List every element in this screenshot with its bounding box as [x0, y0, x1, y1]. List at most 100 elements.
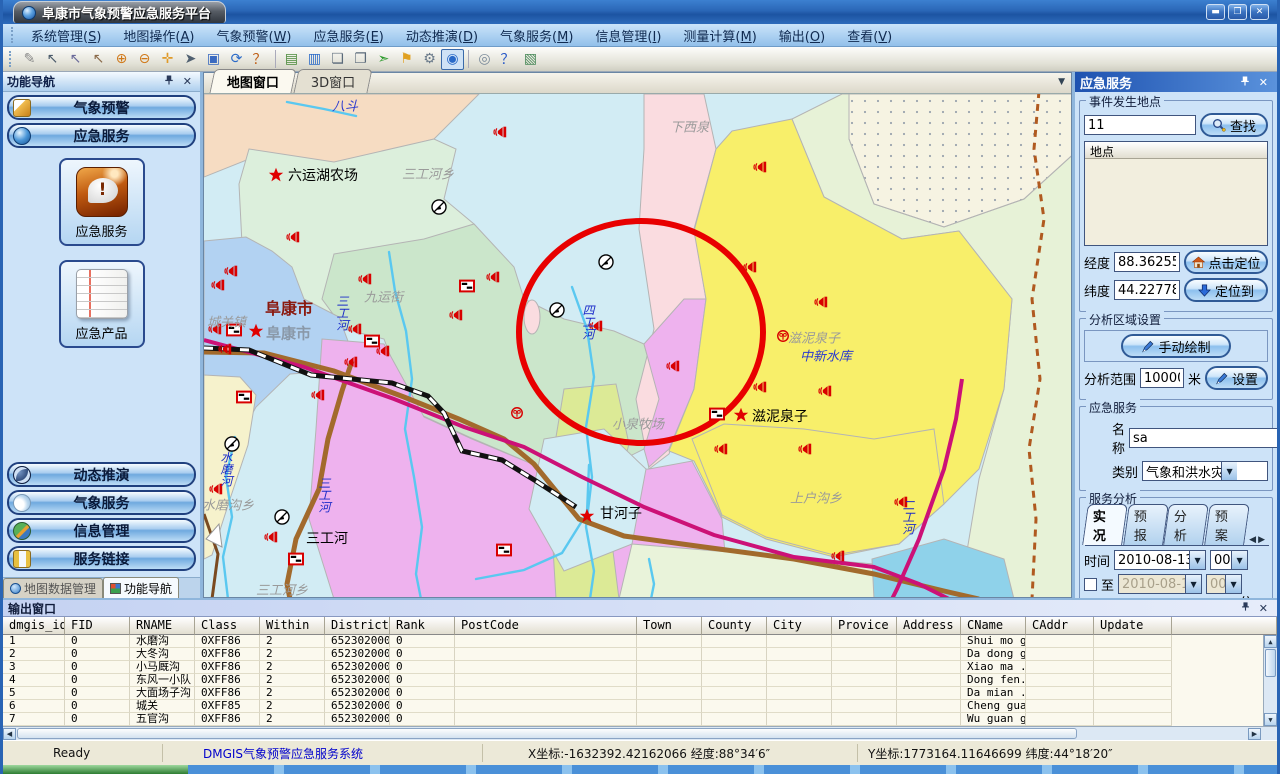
latitude-input[interactable]: [1114, 280, 1180, 300]
menu-v[interactable]: 查看(V): [836, 24, 903, 47]
column-header[interactable]: CName: [961, 617, 1026, 635]
station-flag-icon[interactable]: [710, 409, 724, 420]
column-header[interactable]: Within: [260, 617, 325, 635]
pin-icon[interactable]: [159, 74, 179, 89]
scroll-up-icon[interactable]: ▲: [1264, 635, 1277, 648]
nav-bar-info-globe[interactable]: 信息管理: [7, 518, 196, 543]
monitor-point-icon[interactable]: [550, 303, 564, 317]
table-row[interactable]: 70五官沟0XFF8626523020000Wu guan gou: [3, 713, 1277, 726]
column-header[interactable]: dmgis_id: [3, 617, 65, 635]
location-results-list[interactable]: 地点: [1084, 141, 1268, 246]
scroll-down-icon[interactable]: ▼: [1264, 713, 1277, 726]
zoom-in-icon[interactable]: ⊕: [110, 49, 133, 70]
print-preview-icon[interactable]: ❐: [349, 49, 372, 70]
service-name-input[interactable]: [1129, 428, 1277, 448]
menu-w[interactable]: 气象预警(W): [205, 24, 302, 47]
measure-icon[interactable]: ✎: [18, 49, 41, 70]
service-category-select[interactable]: 气象和洪水灾害 ▼: [1142, 461, 1268, 481]
nav-bar-cloud[interactable]: 气象服务: [7, 490, 196, 515]
tab-inactive[interactable]: 预报: [1123, 504, 1168, 545]
vertical-scrollbar[interactable]: ▲ ▼: [1263, 635, 1277, 726]
close-icon[interactable]: ✕: [1255, 602, 1272, 615]
date-select[interactable]: 2010-08-13 ▼: [1114, 550, 1206, 570]
monitor-point-icon[interactable]: [432, 200, 446, 214]
click-locate-button[interactable]: 点击定位: [1184, 250, 1268, 274]
menu-m[interactable]: 测量计算(M): [672, 24, 767, 47]
longitude-input[interactable]: [1114, 252, 1180, 272]
column-header[interactable]: Class: [195, 617, 260, 635]
monitor-point-icon[interactable]: [275, 510, 289, 524]
full-extent-icon[interactable]: ▣: [202, 49, 225, 70]
menu-s[interactable]: 系统管理(S): [20, 24, 112, 47]
settings-icon[interactable]: ⚙: [418, 49, 441, 70]
select-rect-icon[interactable]: ↖: [41, 49, 64, 70]
locate-to-button[interactable]: 定位到: [1184, 278, 1268, 302]
select-point-icon[interactable]: ↖: [87, 49, 110, 70]
station-flag-icon[interactable]: [289, 554, 303, 565]
scroll-right-icon[interactable]: ▶: [1248, 728, 1261, 740]
pin-icon[interactable]: [1235, 75, 1255, 90]
tab-globe[interactable]: 地图数据管理: [3, 578, 103, 598]
nav-bar-emergency-globe[interactable]: 应急服务: [7, 123, 196, 148]
column-header[interactable]: City: [767, 617, 832, 635]
zoom-out-icon[interactable]: ⊖: [133, 49, 156, 70]
tab-inactive[interactable]: 预案: [1204, 504, 1249, 545]
column-header[interactable]: Rank: [390, 617, 455, 635]
hour-select[interactable]: 00 ▼: [1210, 550, 1248, 570]
identify-icon[interactable]: ？: [248, 49, 271, 70]
shortcut-alert-button[interactable]: 应急服务: [59, 158, 145, 246]
scroll-left-icon[interactable]: ◀: [3, 728, 16, 740]
layers-icon[interactable]: ▤: [280, 49, 303, 70]
horizontal-scrollbar[interactable]: ◀ ▶: [3, 726, 1277, 740]
column-header[interactable]: RNAME: [130, 617, 195, 635]
to-date-checkbox[interactable]: [1084, 578, 1097, 591]
menu-a[interactable]: 地图操作(A): [112, 24, 205, 47]
analysis-range-input[interactable]: [1140, 368, 1184, 388]
column-header[interactable]: Provice: [832, 617, 897, 635]
table-row[interactable]: 20大冬沟0XFF8626523020000Da dong gou: [3, 648, 1277, 661]
map-tab-active[interactable]: 地图窗口: [209, 69, 296, 93]
manual-draw-button[interactable]: 手动绘制: [1121, 334, 1231, 358]
monitor-point-icon[interactable]: [599, 255, 613, 269]
station-flag-icon[interactable]: [237, 392, 251, 403]
placemark-icon[interactable]: ⚑: [395, 49, 418, 70]
tab-grid[interactable]: 功能导航: [103, 577, 179, 598]
tab-list-dropdown-icon[interactable]: ▼: [1058, 77, 1065, 87]
close-icon[interactable]: ✕: [179, 75, 196, 88]
tab-active[interactable]: 实况: [1082, 504, 1127, 545]
menu-o[interactable]: 输出(O): [768, 24, 836, 47]
tab-inactive[interactable]: 分析: [1163, 504, 1208, 545]
help-icon[interactable]: ？: [496, 49, 519, 70]
monitor-point-icon[interactable]: [225, 437, 239, 451]
station-flag-icon[interactable]: [497, 545, 511, 556]
station-flag-icon[interactable]: [365, 336, 379, 347]
menu-d[interactable]: 动态推演(D): [395, 24, 489, 47]
table-row[interactable]: 30小马厩沟0XFF8626523020000Xiao ma ...: [3, 661, 1277, 674]
column-header[interactable]: Address: [897, 617, 961, 635]
restore-button[interactable]: ❐: [1228, 4, 1247, 20]
column-header[interactable]: Update: [1094, 617, 1172, 635]
column-header[interactable]: Town: [637, 617, 702, 635]
nav-bar-link[interactable]: 服务链接: [7, 546, 196, 571]
refresh-icon[interactable]: ⟳: [225, 49, 248, 70]
pointer-icon[interactable]: ➤: [179, 49, 202, 70]
scroll-thumb[interactable]: [17, 728, 1077, 739]
exit-view-icon[interactable]: ▧: [519, 49, 542, 70]
export-map-icon[interactable]: ▥: [303, 49, 326, 70]
minimize-button[interactable]: ▬: [1206, 4, 1225, 20]
select-polygon-icon[interactable]: ↖: [64, 49, 87, 70]
nav-bar-film[interactable]: 动态推演: [7, 462, 196, 487]
globe-tool-icon[interactable]: ◉: [441, 49, 464, 70]
select-feature-icon[interactable]: ➣: [372, 49, 395, 70]
location-search-input[interactable]: [1084, 115, 1196, 135]
table-row[interactable]: 40东风一小队0XFF8626523020000Dong fen...: [3, 674, 1277, 687]
menu-m[interactable]: 气象服务(M): [489, 24, 584, 47]
eye-icon[interactable]: ◎: [473, 49, 496, 70]
pan-icon[interactable]: ✛: [156, 49, 179, 70]
nav-bar-weather-warning[interactable]: 气象预警: [7, 95, 196, 120]
tab-scroll-arrows[interactable]: ◀▶: [1247, 535, 1269, 545]
column-header[interactable]: County: [702, 617, 767, 635]
column-header[interactable]: FID: [65, 617, 130, 635]
find-button[interactable]: 查找: [1200, 113, 1268, 137]
station-flag-icon[interactable]: [227, 325, 241, 336]
